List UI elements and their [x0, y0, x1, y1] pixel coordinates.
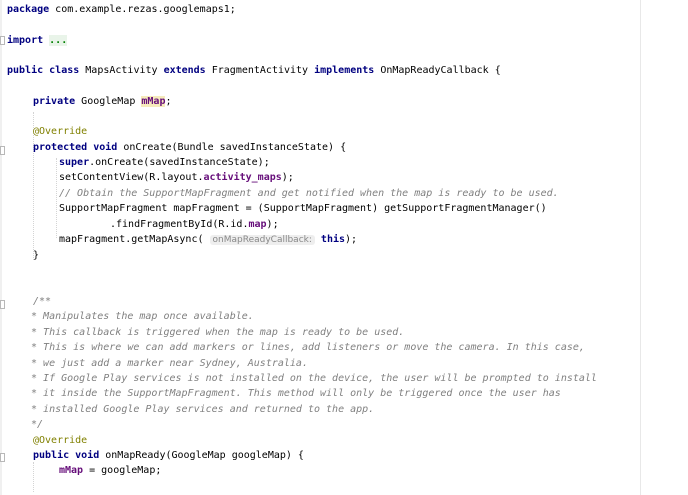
assignment: = googleMap; — [83, 465, 162, 476]
punctuation: ); — [345, 234, 358, 245]
code-editor[interactable]: package com.example.rezas.googlemaps1; i… — [0, 0, 688, 495]
javadoc-line[interactable]: * If Google Play services is not install… — [25, 371, 597, 386]
keyword: public — [7, 65, 44, 76]
code-line-findfragment[interactable]: .findFragmentById(R.id.map); — [110, 217, 279, 232]
field-reference: map — [248, 219, 267, 230]
fold-marker[interactable] — [0, 300, 5, 309]
keyword: extends — [163, 65, 206, 76]
keyword: protected — [33, 142, 88, 153]
keyword: this — [320, 234, 346, 245]
class-name: MapsActivity — [79, 65, 164, 76]
method-call: .onCreate(savedInstanceState); — [89, 157, 270, 168]
code-line-setcontentview[interactable]: setContentView(R.layout.activity_maps); — [59, 170, 294, 185]
code-line-field[interactable]: private GoogleMap mMap; — [33, 94, 172, 109]
punctuation: ); — [266, 219, 279, 230]
method-signature: onCreate(Bundle savedInstanceState) { — [117, 142, 347, 153]
keyword: implements — [314, 65, 375, 76]
keyword: class — [49, 65, 80, 76]
indent-guide — [56, 158, 57, 238]
method-call: mapFragment.getMapAsync( — [59, 234, 210, 245]
keyword: import — [7, 35, 44, 46]
keyword: super — [59, 157, 90, 168]
javadoc-line[interactable]: * This callback is triggered when the ma… — [25, 325, 404, 340]
fold-marker[interactable] — [0, 36, 5, 45]
javadoc-line[interactable]: * we just add a marker near Sydney, Aust… — [25, 356, 308, 371]
field-reference: activity_maps — [203, 172, 282, 183]
package-name: com.example.rezas.googlemaps1; — [49, 4, 236, 15]
code-line-class-declaration[interactable]: public class MapsActivity extends Fragme… — [7, 63, 501, 78]
code-line-mapfragment[interactable]: SupportMapFragment mapFragment = (Suppor… — [59, 201, 547, 216]
code-line-comment[interactable]: // Obtain the SupportMapFragment and get… — [59, 186, 559, 201]
code-line-assign[interactable]: mMap = googleMap; — [59, 463, 161, 478]
javadoc-line[interactable]: * it inside the SupportMapFragment. This… — [25, 386, 561, 401]
semicolon: ; — [165, 96, 172, 107]
parameter-hint: onMapReadyCallback: — [209, 235, 315, 245]
method-call: setContentView(R.layout. — [59, 172, 204, 183]
keyword: void — [75, 450, 100, 461]
punctuation: ); — [281, 172, 294, 183]
interface-name: OnMapReadyCallback { — [374, 65, 501, 76]
editor-gutter — [0, 0, 2, 495]
method-call: .findFragmentById(R.id. — [110, 219, 249, 230]
indent-guide — [33, 462, 34, 492]
method-signature: onMapReady(GoogleMap googleMap) { — [99, 450, 304, 461]
code-line-onmapready[interactable]: public void onMapReady(GoogleMap googleM… — [33, 448, 304, 463]
folded-imports-placeholder[interactable]: ... — [49, 35, 68, 46]
keyword: package — [7, 4, 50, 15]
javadoc-line[interactable]: * This is where we can add markers or li… — [25, 340, 585, 355]
code-line-super-call[interactable]: super.onCreate(savedInstanceState); — [59, 155, 270, 170]
type-name: GoogleMap — [75, 96, 142, 107]
keyword: public — [33, 450, 70, 461]
code-line-import[interactable]: import ... — [7, 33, 68, 48]
javadoc-line[interactable]: */ — [25, 417, 43, 432]
code-line-annotation[interactable]: @Override — [33, 124, 87, 139]
code-line-package[interactable]: package com.example.rezas.googlemaps1; — [7, 2, 236, 17]
fold-marker[interactable] — [0, 453, 5, 462]
javadoc-line[interactable]: /** — [33, 294, 51, 309]
code-line-annotation[interactable]: @Override — [33, 433, 87, 448]
fold-marker[interactable] — [0, 146, 5, 155]
field-reference: mMap — [59, 465, 84, 476]
javadoc-line[interactable]: * Manipulates the map once available. — [25, 309, 254, 324]
keyword: private — [33, 96, 76, 107]
right-margin-guide — [640, 0, 641, 495]
superclass-name: FragmentActivity — [205, 65, 315, 76]
javadoc-line[interactable]: * installed Google Play services and ret… — [25, 402, 374, 417]
code-line-oncreate[interactable]: protected void onCreate(Bundle savedInst… — [33, 140, 346, 155]
code-line-close-brace[interactable]: } — [33, 248, 39, 263]
keyword: void — [93, 142, 118, 153]
code-line-getmapasync[interactable]: mapFragment.getMapAsync( onMapReadyCallb… — [59, 232, 357, 247]
field-mmap-highlighted: mMap — [141, 96, 166, 107]
